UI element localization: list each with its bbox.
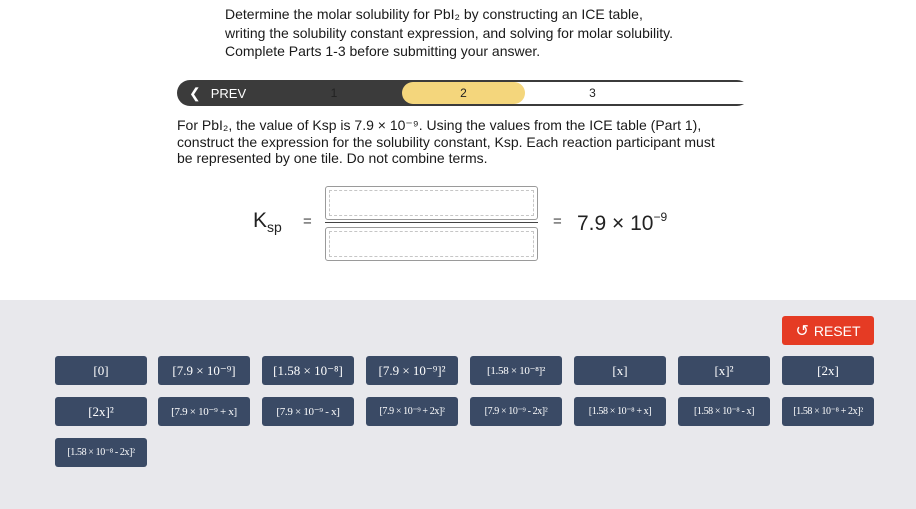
- equals-sign-right: =: [553, 213, 562, 230]
- ksp-value-exponent: −9: [653, 210, 668, 224]
- tile-2x[interactable]: [2x]: [782, 356, 874, 385]
- ksp-label: Ksp: [253, 209, 282, 235]
- tile-1.58e-8-minus-2x-squared[interactable]: [1.58 × 10⁻⁸ - 2x]²: [55, 438, 147, 467]
- tile-1.58e-8[interactable]: [1.58 × 10⁻⁸]: [262, 356, 354, 385]
- instructions: Determine the molar solubility for PbI₂ …: [225, 5, 745, 61]
- tile-7.9e-9-minus-x[interactable]: [7.9 × 10⁻⁹ - x]: [262, 397, 354, 426]
- denominator-dropzone-inner: [329, 231, 534, 257]
- instructions-line-1: Determine the molar solubility for PbI₂ …: [225, 6, 643, 22]
- tile-7.9e-9[interactable]: [7.9 × 10⁻⁹]: [158, 356, 250, 385]
- next-label: NEXT: [863, 85, 898, 101]
- step-2[interactable]: 2: [402, 82, 525, 104]
- equals-sign-left: =: [303, 213, 312, 230]
- tile-1.58e-8-minus-x[interactable]: [1.58 × 10⁻⁸ - x]: [678, 397, 770, 426]
- tile-1.58e-8-squared[interactable]: [1.58 × 10⁻⁸]²: [470, 356, 562, 385]
- ksp-value: 7.9 × 10−9: [577, 210, 667, 236]
- denominator-dropzone[interactable]: [325, 227, 538, 261]
- tile-7.9e-9-plus-x[interactable]: [7.9 × 10⁻⁹ + x]: [158, 397, 250, 426]
- numerator-dropzone[interactable]: [325, 186, 538, 220]
- step-1[interactable]: 1: [274, 82, 394, 104]
- tile-7.9e-9-plus-2x-squared[interactable]: [7.9 × 10⁻⁹ + 2x]²: [366, 397, 458, 426]
- prev-button[interactable]: ❮ PREV: [177, 80, 273, 106]
- reset-label: RESET: [813, 322, 861, 339]
- question-line-1: For PbI₂, the value of Ksp is 7.9 × 10⁻⁹…: [177, 117, 702, 133]
- numerator-dropzone-inner: [329, 190, 534, 216]
- tile-x-squared[interactable]: [x]²: [678, 356, 770, 385]
- instructions-line-3: Complete Parts 1-3 before submitting you…: [225, 43, 541, 59]
- question-text: For PbI₂, the value of Ksp is 7.9 × 10⁻⁹…: [177, 117, 757, 167]
- tile-2x-squared[interactable]: [2x]²: [55, 397, 147, 426]
- tile-1.58e-8-plus-x[interactable]: [1.58 × 10⁻⁸ + x]: [574, 397, 666, 426]
- tile-x[interactable]: [x]: [574, 356, 666, 385]
- tile-1.58e-8-plus-2x-squared[interactable]: [1.58 × 10⁻⁸ + 2x]²: [782, 397, 874, 426]
- step-3[interactable]: 3: [530, 82, 655, 104]
- question-line-3: be represented by one tile. Do not combi…: [177, 150, 488, 166]
- next-button[interactable]: NEXT ❯: [847, 80, 916, 106]
- ksp-main: K: [253, 209, 268, 232]
- prev-label: PREV: [210, 85, 247, 101]
- reset-icon: ↺: [795, 322, 809, 340]
- chevron-left-icon: ❮: [189, 84, 201, 101]
- question-line-2: construct the expression for the solubil…: [177, 133, 715, 150]
- chevron-right-icon: ❯: [906, 85, 916, 102]
- ksp-subscript: sp: [267, 219, 282, 235]
- instructions-line-2: writing the solubility constant expressi…: [225, 24, 673, 41]
- tile-7.9e-9-minus-2x-squared[interactable]: [7.9 × 10⁻⁹ - 2x]²: [470, 397, 562, 426]
- tile-7.9e-9-squared[interactable]: [7.9 × 10⁻⁹]²: [366, 356, 458, 385]
- fraction-bar: [325, 222, 538, 223]
- tile-zero[interactable]: [0]: [55, 356, 147, 385]
- ksp-value-base: 7.9 × 10: [577, 212, 654, 235]
- reset-button[interactable]: ↺ RESET: [782, 316, 874, 345]
